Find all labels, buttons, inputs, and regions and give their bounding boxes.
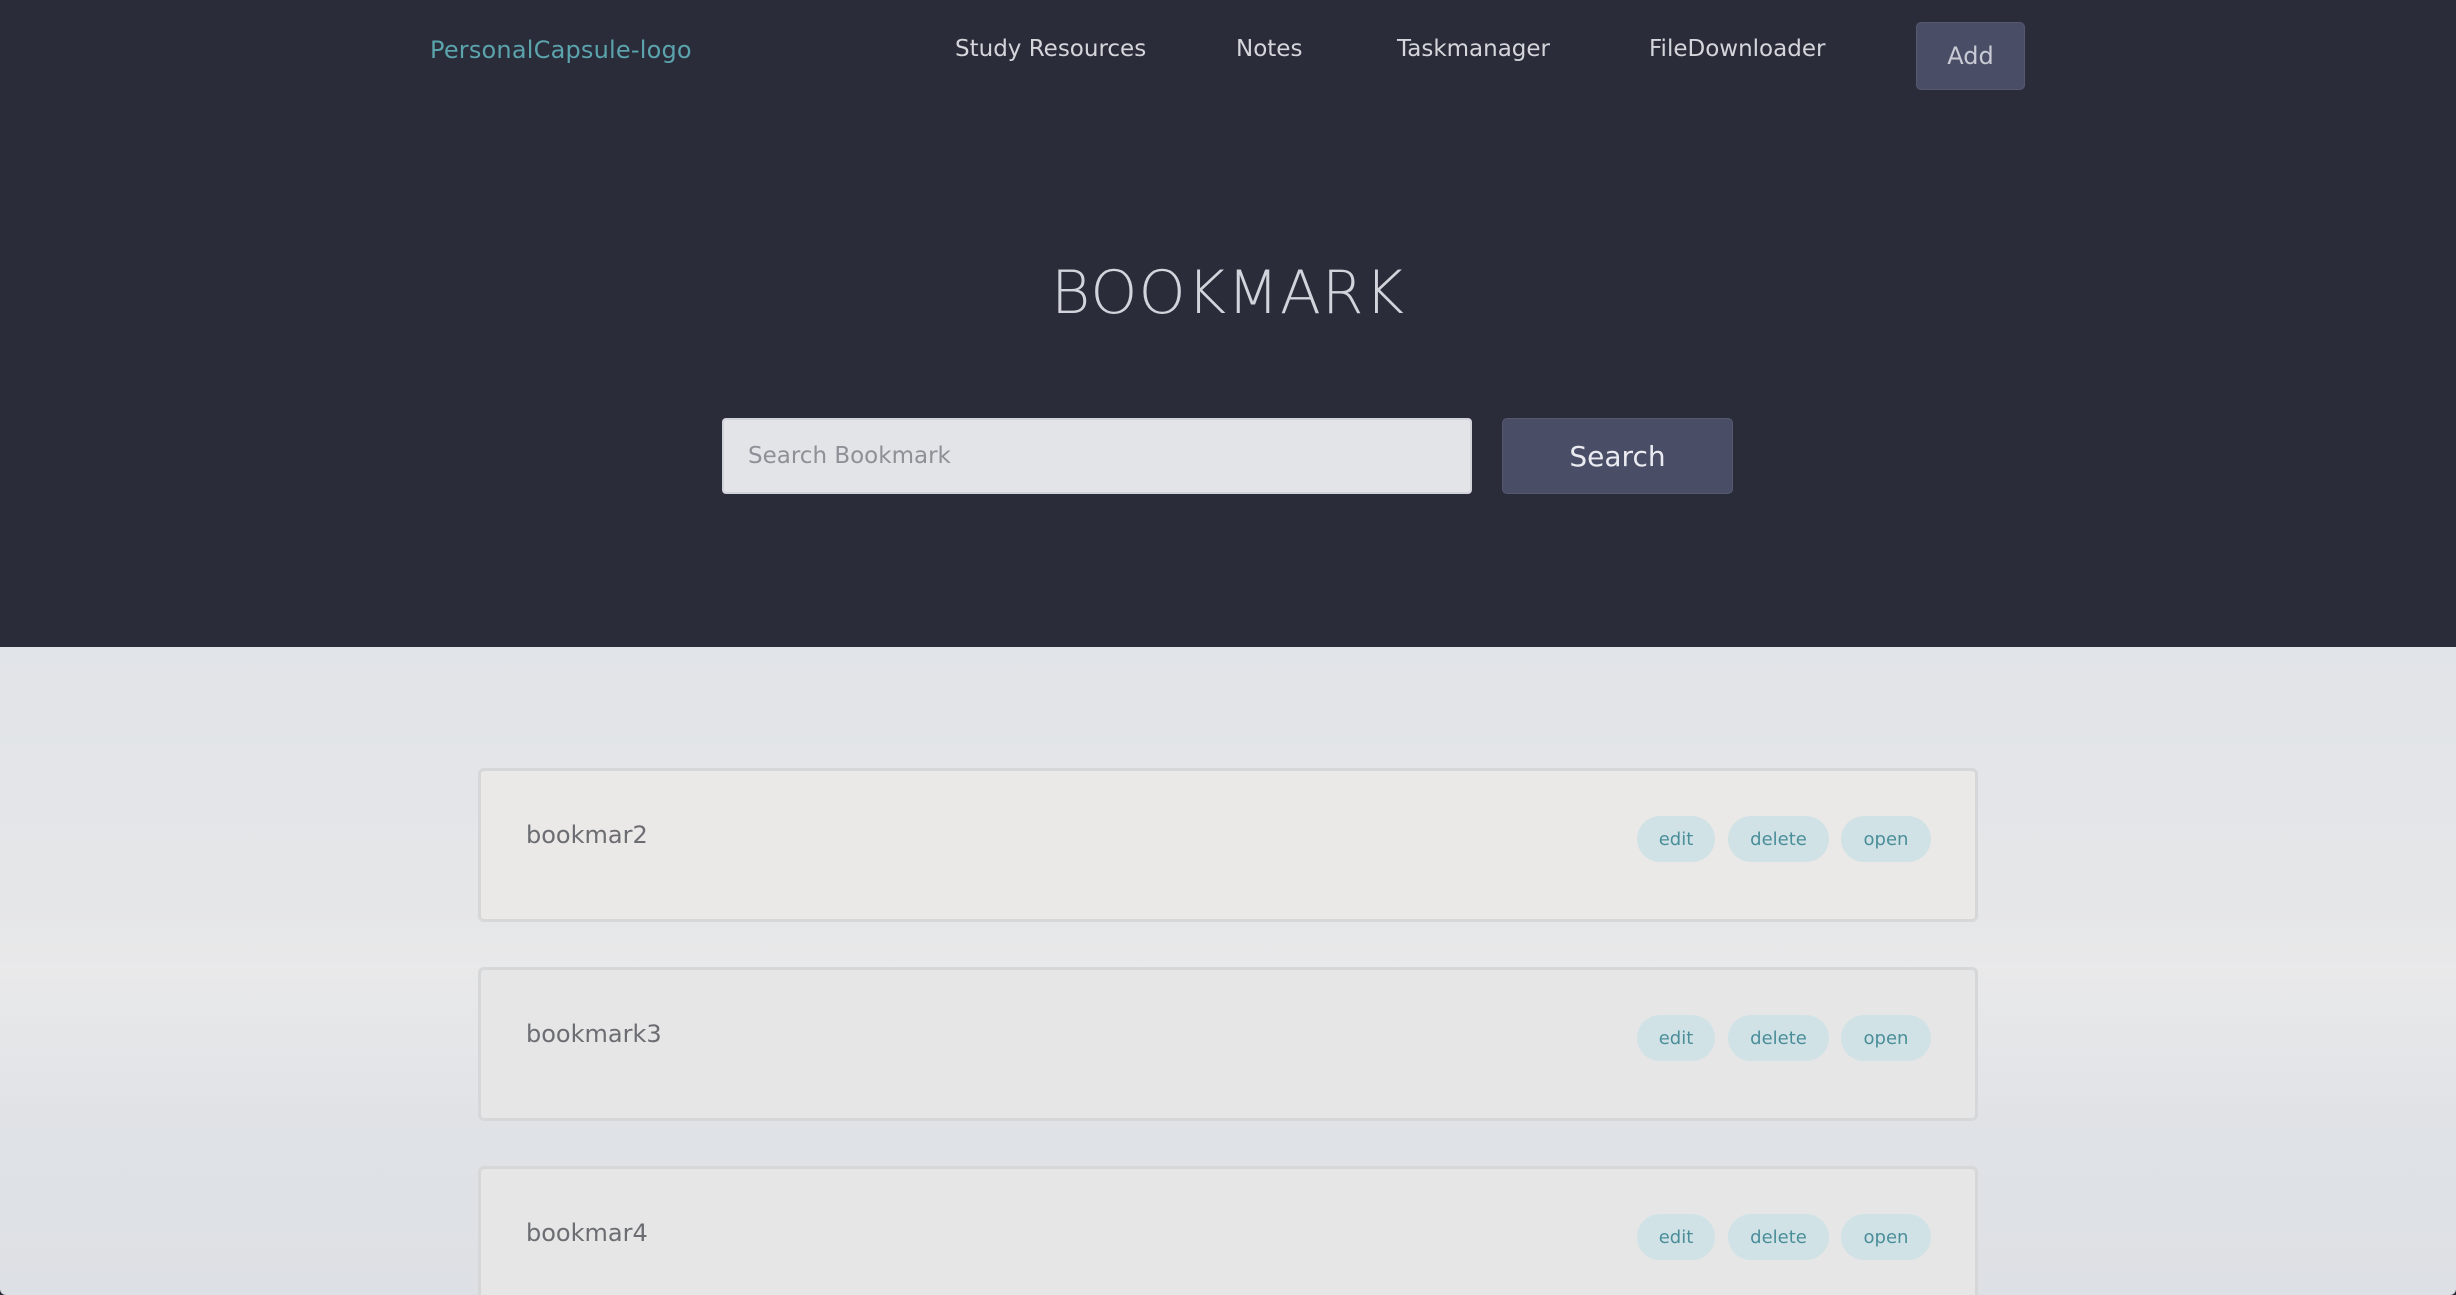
open-button[interactable]: open [1841,1015,1931,1061]
nav-taskmanager[interactable]: Taskmanager [1397,36,1550,62]
nav-study-resources[interactable]: Study Resources [955,36,1146,62]
bookmark-card: bookmark3 edit delete open [478,967,1978,1121]
nav-filedownloader[interactable]: FileDownloader [1649,36,1825,62]
bookmark-title: bookmar2 [526,821,648,849]
bookmark-title: bookmark3 [526,1020,662,1048]
app-window: PersonalCapsule-logo Study Resources Not… [0,0,2456,1295]
edit-button[interactable]: edit [1637,1214,1715,1260]
bookmark-card: bookmar4 edit delete open [478,1166,1978,1295]
delete-button[interactable]: delete [1728,1214,1829,1260]
edit-button[interactable]: edit [1637,1015,1715,1061]
nav-notes[interactable]: Notes [1236,36,1302,62]
open-button[interactable]: open [1841,1214,1931,1260]
open-button[interactable]: open [1841,816,1931,862]
site-logo[interactable]: PersonalCapsule-logo [430,36,692,64]
bookmark-card: bookmar2 edit delete open [478,768,1978,922]
search-button[interactable]: Search [1502,418,1733,494]
hero-header: PersonalCapsule-logo Study Resources Not… [0,0,2456,647]
delete-button[interactable]: delete [1728,816,1829,862]
page-title: BOOKMARK [1051,258,1405,328]
delete-button[interactable]: delete [1728,1015,1829,1061]
edit-button[interactable]: edit [1637,816,1715,862]
search-input[interactable] [722,418,1472,494]
add-button[interactable]: Add [1916,22,2025,90]
bookmark-title: bookmar4 [526,1219,648,1247]
